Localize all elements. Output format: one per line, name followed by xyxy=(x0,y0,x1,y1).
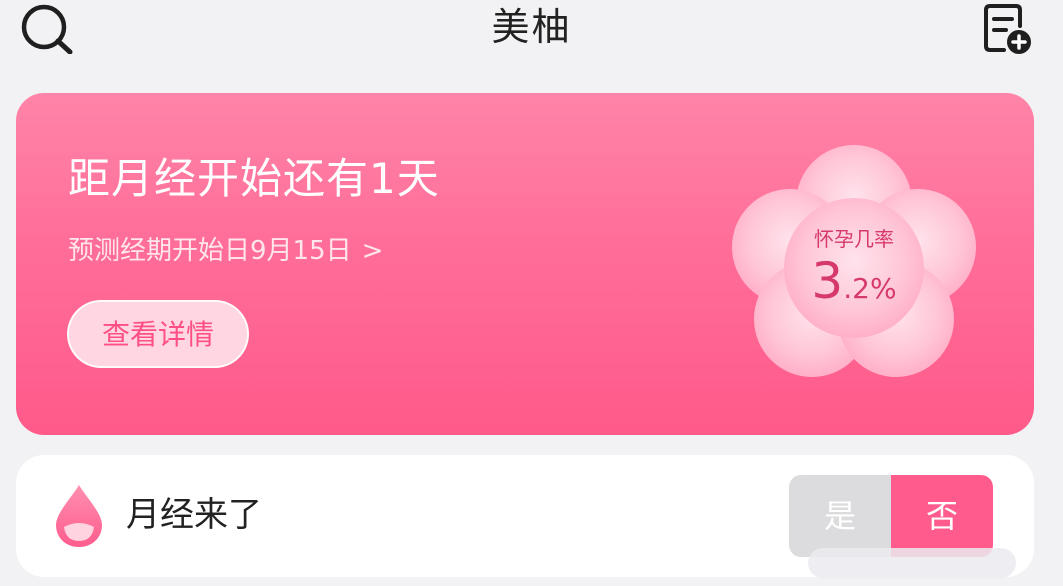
bottom-overlay-bar xyxy=(808,548,1016,578)
period-countdown-card[interactable]: 距月经开始还有1天 预测经期开始日9月15日 > 查看详情 怀孕几率 3.2% xyxy=(16,93,1034,435)
add-record-icon[interactable] xyxy=(978,2,1034,56)
pregnancy-chance-value: 3.2% xyxy=(728,253,980,321)
countdown-title: 距月经开始还有1天 xyxy=(68,154,440,203)
drop-icon xyxy=(56,485,102,547)
no-button[interactable]: 否 xyxy=(891,475,993,557)
pregnancy-chance-label: 怀孕几率 xyxy=(814,227,894,251)
view-details-button[interactable]: 查看详情 xyxy=(67,300,249,368)
top-bar: 美柚 xyxy=(0,0,1063,60)
app-title: 美柚 xyxy=(491,5,572,49)
yes-button[interactable]: 是 xyxy=(789,475,891,557)
pregnancy-chance-integer: 3 xyxy=(811,252,844,310)
chevron-right-icon: > xyxy=(361,236,384,266)
predicted-start-link[interactable]: 预测经期开始日9月15日 > xyxy=(68,233,383,269)
pregnancy-chance-decimal: .2% xyxy=(843,272,897,305)
predicted-start-text: 预测经期开始日9月15日 xyxy=(68,236,352,266)
period-started-label: 月经来了 xyxy=(126,495,262,535)
